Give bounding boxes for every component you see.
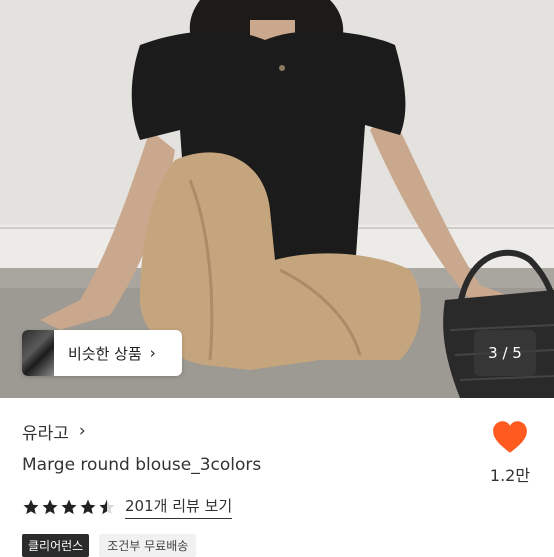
similar-product-thumbnail: [22, 330, 54, 376]
like-button[interactable]: 1.2만: [484, 420, 536, 490]
star-full-icon: [61, 499, 77, 515]
similar-products-label: 비슷한 상품: [68, 344, 142, 363]
chevron-right-icon: ›: [78, 421, 86, 441]
shop-name: 유라고: [22, 423, 69, 444]
product-title: Marge round blouse_3colors: [22, 455, 262, 475]
star-half-icon: [99, 499, 115, 515]
image-page-counter: 3 / 5: [474, 330, 536, 376]
rating-row: 201개 리뷰 보기: [22, 495, 233, 519]
heart-icon: [493, 421, 527, 453]
like-count: 1.2만: [489, 466, 531, 485]
chevron-right-icon: ›: [149, 344, 156, 362]
shop-link[interactable]: 유라고 ›: [22, 420, 86, 444]
similar-products-button[interactable]: 비슷한 상품 ›: [22, 330, 182, 376]
product-image[interactable]: 비슷한 상품 › 3 / 5: [0, 0, 554, 398]
rating-stars: [22, 498, 117, 516]
review-link[interactable]: 201개 리뷰 보기: [125, 495, 233, 519]
star-full-icon: [80, 499, 96, 515]
star-full-icon: [42, 499, 58, 515]
star-full-icon: [23, 499, 39, 515]
